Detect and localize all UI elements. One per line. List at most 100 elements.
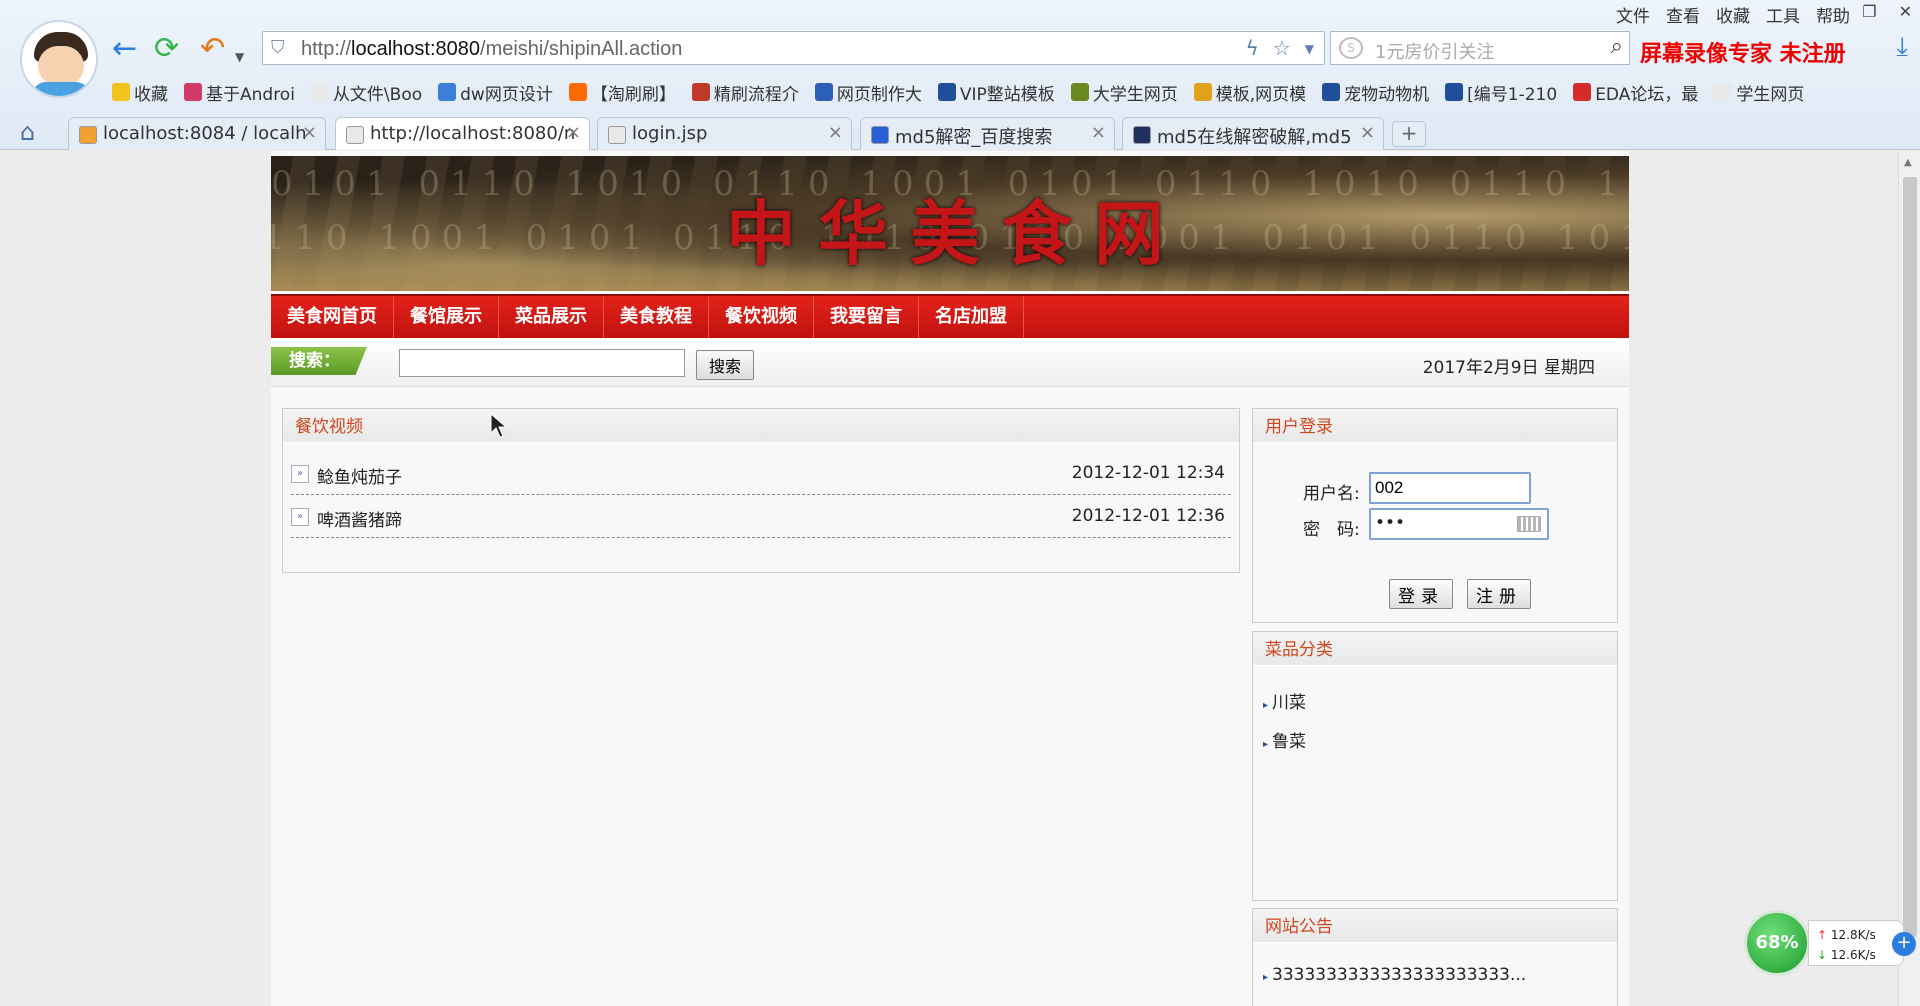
category-item[interactable]: ▸ 鲁菜 — [1263, 727, 1306, 752]
login-panel: 用户登录 用户名: 密 码: ••• 登录 注册 — [1252, 408, 1618, 623]
undo-dropdown-icon[interactable]: ▼ — [235, 40, 244, 74]
bookmark-item[interactable]: 网页制作大 — [814, 80, 922, 105]
menu-tools[interactable]: 工具 — [1766, 2, 1800, 27]
bookmark-item[interactable]: 基于Androi — [184, 80, 295, 105]
category-item[interactable]: ▸ 川菜 — [1263, 688, 1306, 713]
bookmark-item[interactable]: 宠物动物机 — [1322, 80, 1429, 105]
menu-dishes[interactable]: 菜品展示 — [499, 296, 604, 338]
add-icon[interactable]: + — [1892, 932, 1916, 956]
menu-guestbook[interactable]: 我要留言 — [814, 296, 919, 338]
bookmark-item[interactable]: 大学生网页 — [1070, 80, 1178, 105]
bookmark-item[interactable]: [编号1-210 — [1445, 80, 1557, 105]
site-search-input[interactable] — [399, 349, 685, 377]
bookmark-item[interactable]: 模板,网页模 — [1193, 80, 1306, 105]
home-icon[interactable]: ⌂ — [20, 118, 35, 146]
download-icon[interactable]: ⤓ — [1897, 32, 1909, 63]
bookmark-icon — [691, 83, 710, 101]
tab-close-icon[interactable]: × — [828, 122, 843, 143]
tab-label: login.jsp — [632, 123, 708, 144]
network-speed-widget[interactable]: 68% ↑ 12.8K/s ↓ 12.6K/s + — [1744, 910, 1920, 980]
menu-tutorials[interactable]: 美食教程 — [604, 296, 709, 338]
new-tab-button[interactable]: + — [1392, 121, 1426, 147]
username-field[interactable] — [1369, 472, 1531, 504]
back-arrow-icon[interactable]: ← — [112, 32, 137, 66]
browser-tab[interactable]: md5在线解密破解,md5 × — [1122, 117, 1384, 150]
bookmark-item[interactable]: 【淘刷刷】 — [568, 80, 676, 105]
menu-favorites[interactable]: 收藏 — [1716, 2, 1750, 27]
minimize-icon[interactable]: – — [1832, 2, 1840, 21]
tab-favicon-icon — [871, 126, 889, 144]
video-title[interactable]: 鲶鱼炖茄子 — [317, 463, 402, 488]
menu-franchise[interactable]: 名店加盟 — [919, 296, 1024, 338]
chevron-down-icon[interactable]: ▼ — [1305, 36, 1314, 62]
bookmark-icon — [1445, 83, 1464, 101]
page-viewport: 0101 0110 1010 0110 1001 0101 0110 1010 … — [0, 151, 1898, 1006]
bookmark-item[interactable]: 精刷流程介 — [691, 80, 799, 105]
mouse-cursor-icon — [490, 413, 508, 438]
recorder-watermark: 屏幕录像专家 未注册 — [1640, 41, 1846, 67]
current-date: 2017年2月9日 星期四 — [1422, 358, 1595, 378]
browser-tab[interactable]: http://localhost:8080/n × — [335, 117, 590, 150]
address-url[interactable]: http://localhost:8080/meishi/shipinAll.a… — [301, 38, 682, 61]
undo-icon[interactable]: ↶ — [200, 32, 225, 66]
register-button[interactable]: 注册 — [1467, 579, 1531, 609]
menu-restaurants[interactable]: 餐馆展示 — [394, 296, 499, 338]
video-time: 2012-12-01 12:36 — [1071, 506, 1225, 526]
tab-close-icon[interactable]: × — [1360, 122, 1375, 143]
bookmark-item[interactable]: 学生网页 — [1714, 80, 1805, 105]
list-item[interactable]: » 鲶鱼炖茄子 2012-12-01 12:34 — [291, 453, 1231, 495]
bookmark-item[interactable]: 从文件\Boo — [310, 80, 422, 105]
login-button[interactable]: 登录 — [1389, 579, 1453, 609]
refresh-icon[interactable]: ⟳ — [154, 32, 179, 66]
user-avatar[interactable] — [20, 20, 98, 98]
search-label: 搜索： — [271, 347, 367, 375]
keyboard-icon[interactable] — [1517, 516, 1541, 532]
vertical-scrollbar[interactable]: ▲ — [1898, 151, 1920, 1006]
browser-tab[interactable]: login.jsp × — [597, 117, 852, 150]
bookmark-icon — [937, 83, 956, 101]
tab-label: md5解密_百度搜索 — [895, 127, 1053, 148]
bookmark-icon — [1322, 83, 1341, 101]
tab-close-icon[interactable]: × — [1091, 122, 1106, 143]
browser-tab[interactable]: localhost:8084 / localh × — [68, 117, 326, 150]
browser-tab[interactable]: md5解密_百度搜索 × — [860, 117, 1115, 150]
tab-label: localhost:8084 / localh — [103, 123, 307, 144]
bookmark-item[interactable]: dw网页设计 — [438, 80, 553, 105]
browser-search-box[interactable]: S 1元房价引关注 ⌕ — [1330, 31, 1630, 65]
bookmark-item[interactable]: EDA论坛，最 — [1573, 80, 1698, 105]
password-field[interactable]: ••• — [1369, 508, 1549, 540]
menu-view[interactable]: 查看 — [1666, 2, 1700, 27]
login-panel-header: 用户登录 — [1253, 409, 1617, 443]
notice-item[interactable]: ▸ 3333333333333333333333... — [1263, 965, 1526, 985]
bookmark-item[interactable]: VIP整站模板 — [937, 80, 1055, 105]
menu-home[interactable]: 美食网首页 — [271, 296, 394, 338]
video-title[interactable]: 啤酒酱猪蹄 — [317, 506, 402, 531]
menu-videos[interactable]: 餐饮视频 — [709, 296, 814, 338]
bookmark-label: 学生网页 — [1736, 84, 1805, 105]
bookmark-item[interactable]: 收藏 — [112, 80, 168, 105]
main-menu: 美食网首页 餐馆展示 菜品展示 美食教程 餐饮视频 我要留言 名店加盟 — [271, 294, 1629, 338]
restore-icon[interactable]: ❐ — [1862, 2, 1876, 21]
site-title: 中华美食网 — [726, 192, 1186, 275]
close-icon[interactable]: ✕ — [1899, 2, 1912, 21]
site-search-button[interactable]: 搜索 — [696, 350, 754, 380]
bookmark-icon — [310, 83, 329, 101]
speed-percent[interactable]: 68% — [1744, 910, 1810, 976]
star-icon[interactable]: ☆ — [1273, 36, 1291, 62]
lightning-icon[interactable]: ϟ — [1246, 36, 1259, 62]
search-engine-icon[interactable]: S — [1339, 37, 1363, 59]
scrollbar-thumb[interactable] — [1903, 177, 1917, 937]
search-icon[interactable]: ⌕ — [1611, 34, 1623, 59]
list-item[interactable]: » 啤酒酱猪蹄 2012-12-01 12:36 — [291, 496, 1231, 538]
window-controls: – ❐ ✕ — [1832, 2, 1912, 21]
tab-close-icon[interactable]: × — [566, 122, 581, 143]
bookmark-label: 精刷流程介 — [713, 84, 799, 105]
scroll-up-icon[interactable]: ▲ — [1904, 157, 1912, 168]
address-bar[interactable]: ⛉ http://localhost:8080/meishi/shipinAll… — [262, 31, 1325, 65]
categories-panel-header: 菜品分类 — [1253, 632, 1617, 666]
tab-favicon-icon — [1133, 126, 1151, 144]
bookmark-label: 大学生网页 — [1092, 84, 1178, 105]
tab-close-icon[interactable]: × — [302, 122, 317, 143]
bookmark-icon — [568, 83, 587, 101]
menu-file[interactable]: 文件 — [1616, 2, 1650, 27]
